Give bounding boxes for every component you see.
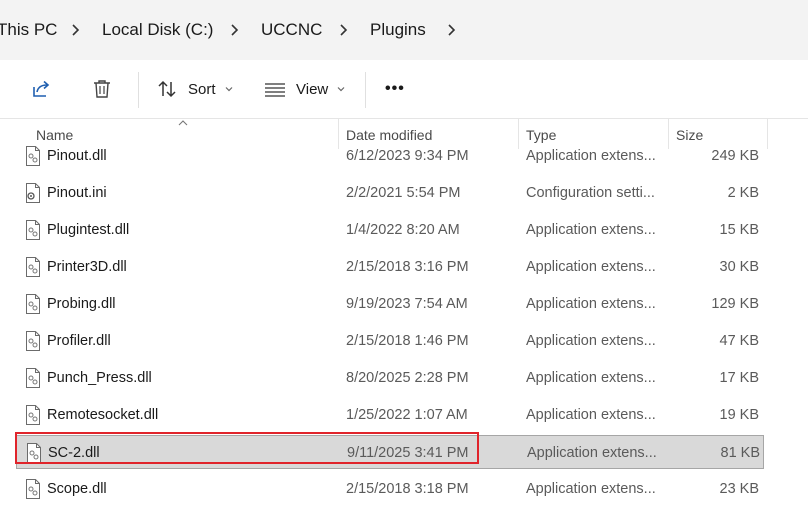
- file-row[interactable]: Scope.dll 2/15/2018 3:18 PM Application ex…: [16, 472, 764, 506]
- share-icon: [33, 80, 50, 97]
- file-name: Plugintest.dll: [47, 222, 130, 238]
- file-size: 15 KB: [719, 222, 760, 238]
- delete-button[interactable]: [91, 72, 119, 106]
- chevron-right-icon[interactable]: [227, 22, 243, 38]
- file-date-modified: 1/4/2022 8:20 AM: [346, 222, 460, 238]
- file-row[interactable]: Remotesocket.dll 1/25/2022 1:07 AM Applica…: [16, 398, 764, 432]
- file-date-modified: 1/25/2022 1:07 AM: [346, 407, 468, 423]
- sort-button[interactable]: Sort: [156, 72, 234, 106]
- dll-file-icon: [26, 368, 40, 388]
- view-list-icon: [265, 83, 285, 97]
- breadcrumb-uccnc[interactable]: UCCNC: [261, 19, 322, 41]
- share-button[interactable]: [30, 72, 58, 106]
- file-name: Pinout.dll: [47, 148, 107, 164]
- file-size: 30 KB: [719, 259, 760, 275]
- file-type: Application extens...: [526, 222, 656, 238]
- file-row[interactable]: SC-2.dll 9/11/2025 3:41 PM Application ext…: [16, 435, 764, 469]
- breadcrumb-local-disk[interactable]: Local Disk (C:): [102, 19, 213, 41]
- file-name: Remotesocket.dll: [47, 407, 159, 423]
- file-date-modified: 2/15/2018 3:18 PM: [346, 481, 469, 497]
- file-date-modified: 9/19/2023 7:54 AM: [346, 296, 468, 312]
- file-size: 129 KB: [711, 296, 759, 312]
- dll-file-icon: [26, 146, 40, 166]
- file-type: Configuration setti...: [526, 185, 655, 201]
- file-size: 249 KB: [711, 148, 759, 164]
- breadcrumb-plugins[interactable]: Plugins: [370, 19, 426, 41]
- more-icon: •••: [385, 80, 405, 97]
- file-name: Pinout.ini: [47, 185, 107, 201]
- file-type: Application extens...: [526, 407, 656, 423]
- dll-file-icon: [27, 443, 41, 463]
- file-size: 19 KB: [719, 407, 760, 423]
- file-date-modified: 2/15/2018 1:46 PM: [346, 333, 469, 349]
- file-size: 47 KB: [719, 333, 760, 349]
- dll-file-icon: [26, 257, 40, 277]
- file-name: Profiler.dll: [47, 333, 111, 349]
- toolbar-separator: [365, 72, 366, 108]
- file-name: SC-2.dll: [48, 445, 100, 461]
- file-date-modified: 6/12/2023 9:34 PM: [346, 148, 469, 164]
- dll-file-icon: [26, 220, 40, 240]
- file-name: Punch_Press.dll: [47, 370, 152, 386]
- more-options-button[interactable]: •••: [385, 72, 405, 106]
- dll-file-icon: [26, 331, 40, 351]
- file-name: Probing.dll: [47, 296, 116, 312]
- chevron-right-icon[interactable]: [336, 22, 352, 38]
- file-row[interactable]: Pinout.dll 6/12/2023 9:34 PM Application e…: [16, 139, 764, 173]
- chevron-right-icon[interactable]: [68, 22, 84, 38]
- breadcrumb-this-pc[interactable]: This PC: [0, 19, 57, 41]
- file-name: Scope.dll: [47, 481, 107, 497]
- sort-icon: [158, 80, 176, 98]
- dll-file-icon: [26, 294, 40, 314]
- file-name: Printer3D.dll: [47, 259, 127, 275]
- view-button[interactable]: View: [264, 72, 346, 106]
- file-date-modified: 2/2/2021 5:54 PM: [346, 185, 461, 201]
- file-type: Application extens...: [526, 481, 656, 497]
- dll-file-icon: [26, 405, 40, 425]
- file-type: Application extens...: [526, 370, 656, 386]
- file-row[interactable]: Printer3D.dll 2/15/2018 3:16 PM Applicatio…: [16, 250, 764, 284]
- file-date-modified: 9/11/2025 3:41 PM: [347, 445, 469, 461]
- file-type: Application extens...: [526, 333, 656, 349]
- file-size: 23 KB: [719, 481, 760, 497]
- file-type: Application extens...: [526, 259, 656, 275]
- chevron-down-icon: [337, 87, 345, 92]
- chevron-right-icon[interactable]: [444, 22, 460, 38]
- view-label: View: [296, 80, 329, 98]
- ini-file-icon: [26, 183, 40, 203]
- file-size: 17 KB: [719, 370, 760, 386]
- file-size: 2 KB: [727, 185, 759, 201]
- file-size: 81 KB: [720, 445, 761, 461]
- file-type: Application extens...: [526, 148, 656, 164]
- file-type: Application extens...: [526, 296, 656, 312]
- sort-label: Sort: [188, 80, 216, 98]
- file-row[interactable]: Plugintest.dll 1/4/2022 8:20 AM Applicatio…: [16, 213, 764, 247]
- address-bar[interactable]: This PC Local Disk (C:) UCCNC Plugins: [0, 0, 808, 60]
- trash-icon: [94, 80, 110, 98]
- file-row[interactable]: Profiler.dll 2/15/2018 1:46 PM Application…: [16, 324, 764, 358]
- dll-file-icon: [26, 479, 40, 499]
- file-date-modified: 8/20/2025 2:28 PM: [346, 370, 469, 386]
- file-list: Pinout.dll 6/12/2023 9:34 PM Application e…: [0, 137, 808, 521]
- chevron-down-icon: [225, 87, 232, 92]
- file-row[interactable]: Punch_Press.dll 8/20/2025 2:28 PM Applicat…: [16, 361, 764, 395]
- file-row[interactable]: Pinout.ini 2/2/2021 5:54 PM Configuration …: [16, 176, 764, 210]
- command-bar: Sort View •••: [0, 60, 808, 119]
- file-row[interactable]: Probing.dll 9/19/2023 7:54 AM Application …: [16, 287, 764, 321]
- file-date-modified: 2/15/2018 3:16 PM: [346, 259, 469, 275]
- file-type: Application extens...: [527, 445, 657, 461]
- toolbar-separator: [138, 72, 139, 108]
